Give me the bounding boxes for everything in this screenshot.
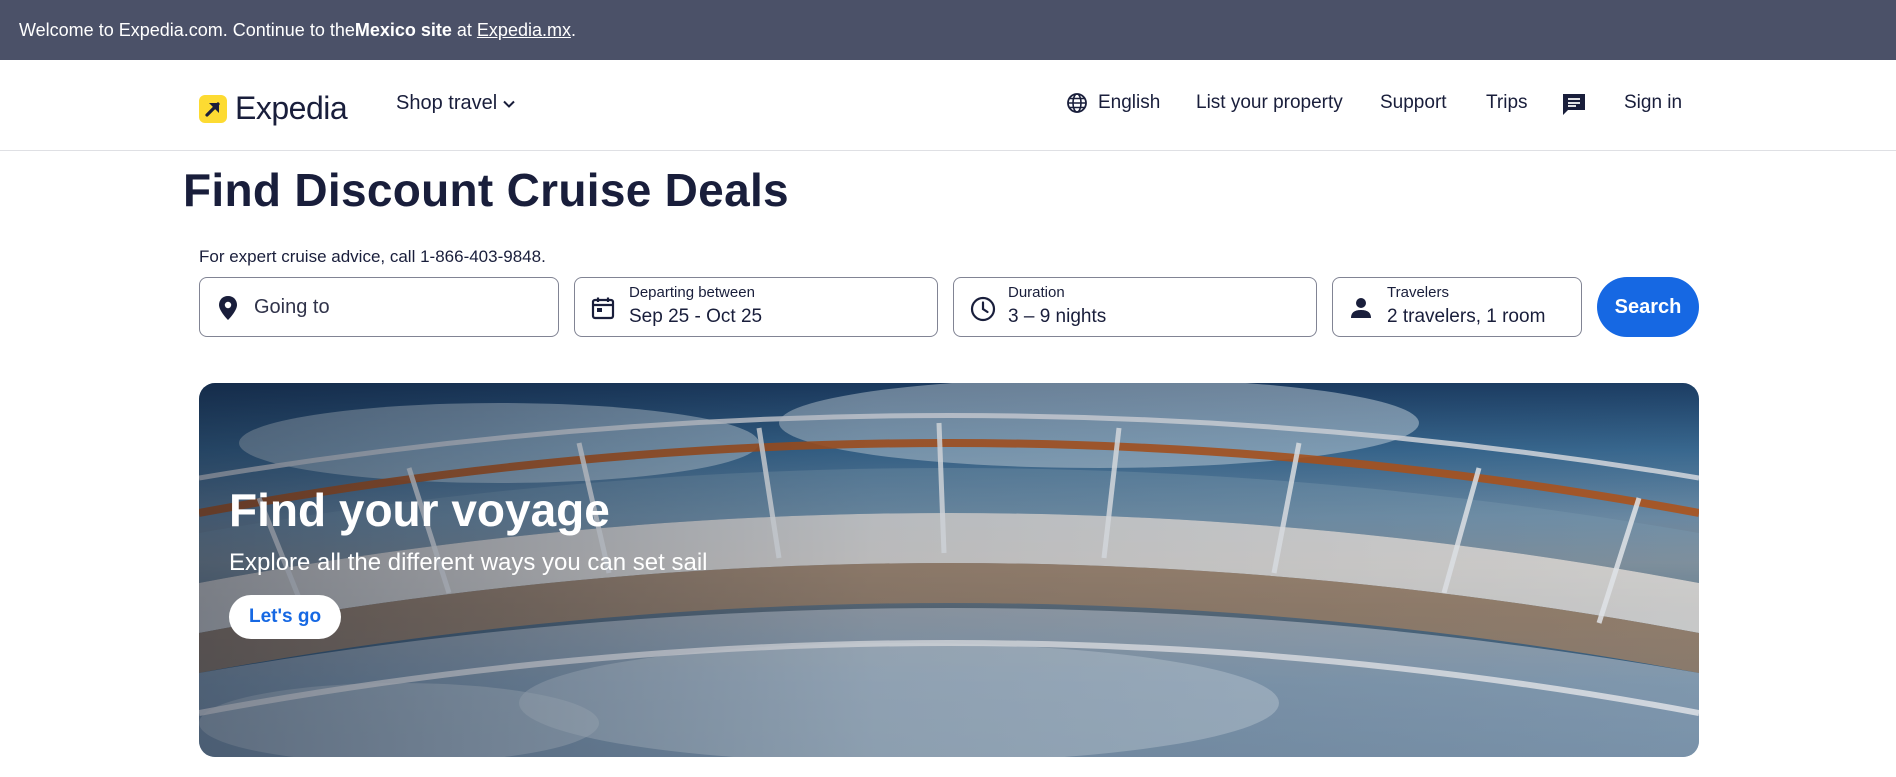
chat-icon — [1563, 94, 1585, 115]
duration-value: 3 – 9 nights — [1008, 306, 1107, 327]
destination-placeholder: Going to — [254, 296, 330, 318]
travelers-label: Travelers — [1387, 284, 1449, 301]
locale-banner: Welcome to Expedia.com. Continue to the … — [0, 0, 1896, 60]
site-header: Expedia — [0, 60, 1896, 151]
hero-banner: Find your voyage Explore all the differe… — [199, 383, 1699, 757]
banner-site-name: Mexico site — [354, 19, 452, 40]
search-button[interactable]: Search — [1597, 277, 1699, 337]
banner-site-link[interactable]: Expedia.mx — [477, 20, 571, 41]
page-title: Find Discount Cruise Deals — [183, 164, 789, 216]
hero-title: Find your voyage — [229, 484, 610, 536]
messages-button[interactable] — [1561, 91, 1587, 123]
map-pin-icon — [219, 296, 237, 320]
expedia-logo-icon — [199, 94, 227, 123]
destination-field[interactable]: Going to — [199, 277, 559, 337]
dates-label: Departing between — [629, 284, 755, 301]
dates-value: Sep 25 - Oct 25 — [629, 306, 763, 327]
list-property-link[interactable]: List your property — [1196, 92, 1343, 114]
language-selector[interactable]: English — [1066, 92, 1160, 114]
hero-subtitle: Explore all the different ways you can s… — [229, 549, 708, 576]
travelers-value: 2 travelers, 1 room — [1387, 306, 1546, 327]
shop-travel-menu[interactable]: Shop travel — [396, 92, 515, 115]
expert-advice-text: For expert cruise advice, call 1-866-403… — [199, 247, 546, 266]
language-label: English — [1098, 92, 1161, 113]
duration-field[interactable]: Duration 3 – 9 nights — [953, 277, 1317, 337]
duration-label: Duration — [1008, 284, 1065, 301]
dates-field[interactable]: Departing between Sep 25 - Oct 25 — [574, 277, 938, 337]
banner-suffix: . — [570, 19, 576, 40]
logo-text: Expedia — [235, 90, 348, 126]
banner-at: at — [451, 19, 477, 40]
expedia-logo[interactable]: Expedia — [199, 90, 348, 127]
banner-prefix: Welcome to Expedia.com. Continue to the — [19, 19, 355, 40]
lets-go-button[interactable]: Let's go — [229, 595, 342, 639]
clock-icon — [970, 296, 996, 322]
shop-travel-label: Shop travel — [396, 92, 498, 114]
trips-link[interactable]: Trips — [1486, 92, 1528, 114]
sign-in-link[interactable]: Sign in — [1624, 92, 1682, 114]
travelers-field[interactable]: Travelers 2 travelers, 1 room — [1332, 277, 1582, 337]
support-link[interactable]: Support — [1380, 92, 1447, 114]
chevron-down-icon — [503, 100, 515, 108]
person-icon — [1351, 298, 1371, 318]
calendar-icon — [591, 297, 615, 320]
globe-icon — [1067, 93, 1087, 113]
